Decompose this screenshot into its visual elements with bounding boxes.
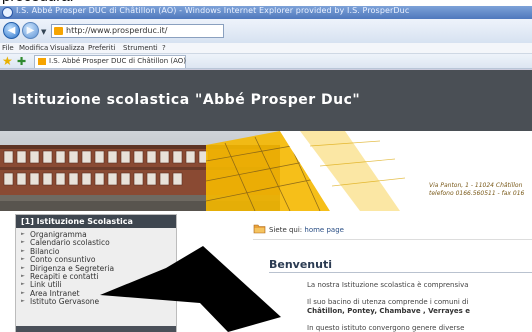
menu-bar: File Modifica Visualizza Preferiti Strum… bbox=[0, 43, 532, 54]
breadcrumb-prefix: Siete qui: bbox=[269, 226, 303, 234]
breadcrumb-divider bbox=[253, 239, 532, 240]
folder-home-icon bbox=[253, 224, 266, 234]
site-title: Istituzione scolastica "Abbé Prosper Duc… bbox=[12, 92, 361, 108]
tab-favicon-icon bbox=[38, 58, 46, 65]
sidebar-item-istituto-gervasone[interactable]: ► Istituto Gervasone bbox=[21, 297, 114, 306]
welcome-divider bbox=[269, 272, 532, 273]
browser-tab[interactable]: I.S. Abbé Prosper DUC di Châtillon (AO) bbox=[34, 55, 186, 68]
arrow-right-icon: ► bbox=[21, 256, 25, 263]
window-titlebar: I.S. Abbé Prosper DUC di Châtillon (AO) … bbox=[0, 6, 532, 19]
arrow-right-icon: ► bbox=[21, 272, 25, 279]
school-banner: Via Panton, 1 - 11024 Châtillon telefono… bbox=[0, 131, 532, 211]
address-url[interactable]: http://www.prosperduc.it/ bbox=[66, 26, 168, 35]
forward-button[interactable]: ▶ bbox=[22, 22, 39, 39]
sidebar-menu: [1] Istituzione Scolastica ► Organigramma… bbox=[15, 214, 177, 332]
sidebar-divider bbox=[16, 326, 176, 332]
favorites-bar: ★ ✚ I.S. Abbé Prosper DUC di Châtillon (… bbox=[0, 54, 532, 69]
window-title: I.S. Abbé Prosper DUC di Châtillon (AO) … bbox=[16, 6, 410, 15]
school-address: Via Panton, 1 - 11024 Châtillon bbox=[429, 182, 523, 189]
arrow-right-icon: ► bbox=[21, 298, 25, 305]
favorites-star-icon[interactable]: ★ bbox=[2, 54, 13, 68]
arrow-right-icon: ► bbox=[21, 289, 25, 296]
sidebar-heading: [1] Istituzione Scolastica bbox=[16, 215, 176, 228]
back-button[interactable]: ◀ bbox=[3, 22, 20, 39]
site-header: Istituzione scolastica "Abbé Prosper Duc… bbox=[0, 69, 532, 131]
breadcrumb-home-link[interactable]: home page bbox=[304, 226, 344, 234]
school-building-photo bbox=[0, 131, 532, 211]
tab-label: I.S. Abbé Prosper DUC di Châtillon (AO) bbox=[49, 57, 187, 65]
add-favorite-icon[interactable]: ✚ bbox=[17, 55, 26, 68]
intro-paragraph-2-bold: Châtillon, Pontey, Chambave , Verrayes e bbox=[307, 307, 470, 315]
arrow-right-icon: ► bbox=[21, 264, 25, 271]
sidebar-item-label[interactable]: Istituto Gervasone bbox=[30, 297, 99, 306]
menu-modifica[interactable]: Modifica bbox=[19, 44, 48, 52]
arrow-right-icon: ► bbox=[21, 231, 25, 237]
address-bar[interactable]: http://www.prosperduc.it/ bbox=[51, 24, 224, 38]
sidebar-list: ► Organigramma ► Calendario scolastico ► Bi… bbox=[21, 230, 114, 307]
site-favicon-icon bbox=[54, 27, 63, 35]
menu-preferiti[interactable]: Preferiti bbox=[88, 44, 115, 52]
arrow-right-icon: ► bbox=[21, 247, 25, 254]
welcome-heading: Benvenuti bbox=[269, 258, 332, 271]
arrow-right-icon: ► bbox=[21, 239, 25, 246]
breadcrumb: Siete qui: home page bbox=[269, 226, 344, 234]
arrow-right-icon: ► bbox=[21, 281, 25, 288]
menu-file[interactable]: File bbox=[2, 44, 14, 52]
recent-pages-dropdown-icon[interactable]: ▼ bbox=[41, 28, 46, 36]
ie-logo-icon bbox=[2, 7, 13, 18]
navigation-bar: ◀ ▶ ▼ http://www.prosperduc.it/ bbox=[0, 19, 532, 43]
menu-visualizza[interactable]: Visualizza bbox=[50, 44, 84, 52]
intro-paragraph-3: In questo istituto convergono genere div… bbox=[307, 324, 465, 332]
intro-paragraph-2: Il suo bacino di utenza comprende i comu… bbox=[307, 298, 469, 306]
menu-strumenti[interactable]: Strumenti bbox=[123, 44, 158, 52]
menu-help[interactable]: ? bbox=[162, 44, 166, 52]
intro-paragraph-1: La nostra Istituzione scolastica è compr… bbox=[307, 281, 469, 289]
school-phone: telefono 0166.560511 - fax 016 bbox=[429, 190, 525, 197]
